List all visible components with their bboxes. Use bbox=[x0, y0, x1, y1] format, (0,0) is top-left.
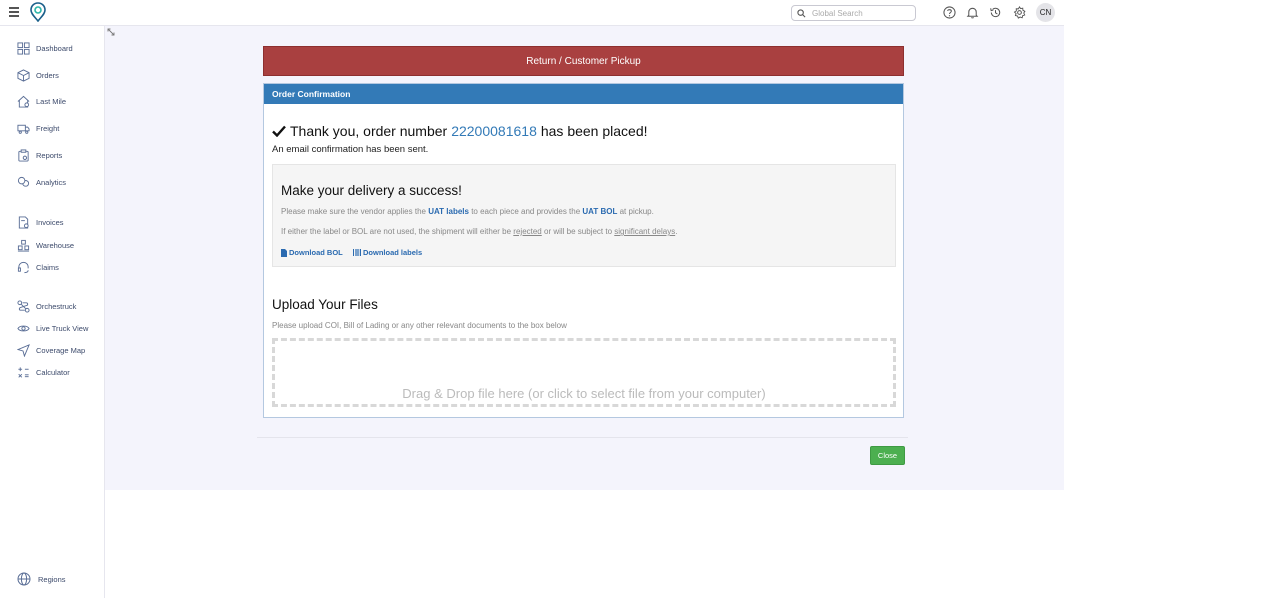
sidebar-item-freight[interactable]: Freight bbox=[17, 120, 59, 136]
sidebar-item-calculator[interactable]: Calculator bbox=[17, 364, 70, 380]
sidebar: Dashboard Orders Last Mile Freight Repor… bbox=[0, 26, 105, 598]
footer-divider bbox=[257, 437, 908, 438]
sidebar-item-dashboard[interactable]: Dashboard bbox=[17, 40, 73, 56]
sidebar-item-claims[interactable]: Claims bbox=[17, 259, 59, 275]
sidebar-item-label: Claims bbox=[36, 262, 59, 272]
bell-icon[interactable] bbox=[966, 6, 979, 19]
download-labels-link[interactable]: Download labels bbox=[353, 248, 422, 257]
file-icon bbox=[281, 248, 287, 257]
search-input[interactable] bbox=[812, 7, 912, 19]
sidebar-item-label: Warehouse bbox=[36, 240, 75, 250]
navigation-icon bbox=[17, 343, 30, 357]
box-icon bbox=[17, 68, 30, 82]
success-title: Make your delivery a success! bbox=[281, 183, 462, 198]
sidebar-item-label: Coverage Map bbox=[36, 345, 86, 355]
route-icon bbox=[17, 299, 30, 313]
sidebar-item-coverage-map[interactable]: Coverage Map bbox=[17, 342, 85, 358]
expand-icon[interactable] bbox=[107, 28, 115, 36]
sidebar-item-label: Analytics bbox=[36, 177, 67, 187]
order-number: 22200081618 bbox=[451, 123, 537, 139]
dropzone-text: Drag & Drop file here (or click to selec… bbox=[402, 386, 766, 401]
help-icon[interactable] bbox=[943, 6, 956, 19]
history-icon[interactable] bbox=[989, 6, 1002, 19]
sidebar-item-regions[interactable]: Regions bbox=[17, 571, 66, 587]
menu-icon[interactable] bbox=[9, 7, 19, 17]
barcode-icon bbox=[353, 249, 361, 256]
sidebar-item-label: Orchestruck bbox=[36, 301, 77, 311]
uat-labels-text: UAT labels bbox=[428, 207, 469, 216]
delays-text: significant delays bbox=[614, 227, 676, 236]
sidebar-item-analytics[interactable]: Analytics bbox=[17, 174, 66, 190]
sidebar-item-label: Calculator bbox=[36, 367, 70, 377]
sidebar-item-label: Reports bbox=[36, 150, 63, 160]
delivery-success-box: Make your delivery a success! Please mak… bbox=[272, 164, 896, 267]
panel-title: Order Confirmation bbox=[272, 89, 351, 99]
analytics-icon bbox=[17, 176, 30, 187]
sidebar-item-warehouse[interactable]: Warehouse bbox=[17, 237, 74, 253]
order-confirmation-panel: Order Confirmation Thank you, order numb… bbox=[263, 83, 904, 418]
download-bol-link[interactable]: Download BOL bbox=[281, 248, 343, 257]
search-icon bbox=[797, 9, 806, 18]
avatar[interactable]: CN bbox=[1036, 3, 1055, 22]
sidebar-item-label: Live Truck View bbox=[36, 323, 89, 333]
gear-icon[interactable] bbox=[1013, 6, 1026, 19]
sidebar-item-label: Last Mile bbox=[36, 96, 67, 106]
email-sent-text: An email confirmation has been sent. bbox=[272, 144, 429, 155]
thanks-suffix: has been placed! bbox=[540, 123, 648, 139]
sidebar-item-reports[interactable]: Reports bbox=[17, 147, 62, 163]
sidebar-item-live-truck-view[interactable]: Live Truck View bbox=[17, 320, 88, 336]
sidebar-item-label: Invoices bbox=[36, 217, 64, 227]
sidebar-item-orchestruck[interactable]: Orchestruck bbox=[17, 298, 76, 314]
sidebar-item-label: Regions bbox=[38, 574, 66, 584]
sidebar-item-label: Dashboard bbox=[36, 43, 73, 53]
rejected-text: rejected bbox=[513, 227, 542, 236]
banner-title: Return / Customer Pickup bbox=[526, 55, 641, 67]
file-dropzone[interactable]: Drag & Drop file here (or click to selec… bbox=[272, 338, 896, 407]
sidebar-item-label: Freight bbox=[36, 123, 60, 133]
house-icon bbox=[17, 95, 30, 108]
calculator-icon bbox=[18, 366, 29, 378]
clipboard-icon bbox=[18, 148, 29, 162]
top-bar: CN bbox=[0, 0, 1064, 26]
upload-title: Upload Your Files bbox=[272, 297, 378, 312]
thanks-prefix: Thank you, order number bbox=[290, 123, 448, 139]
eye-icon bbox=[17, 325, 30, 331]
uat-bol-text: UAT BOL bbox=[582, 207, 618, 216]
invoice-icon bbox=[18, 215, 29, 229]
vendor-instructions: Please make sure the vendor applies the … bbox=[281, 207, 654, 216]
sidebar-item-invoices[interactable]: Invoices bbox=[17, 214, 64, 230]
sidebar-item-last-mile[interactable]: Last Mile bbox=[17, 93, 66, 109]
dashboard-icon bbox=[17, 41, 30, 55]
globe-icon bbox=[17, 572, 31, 586]
panel-header: Order Confirmation bbox=[264, 84, 903, 104]
close-button[interactable]: Close bbox=[870, 446, 905, 465]
thank-you-message: Thank you, order number 22200081618 has … bbox=[272, 123, 648, 139]
upload-description: Please upload COI, Bill of Lading or any… bbox=[272, 321, 567, 330]
warehouse-icon bbox=[17, 239, 30, 252]
headset-icon bbox=[17, 261, 29, 273]
truck-icon bbox=[17, 124, 30, 134]
logo-icon[interactable] bbox=[30, 2, 46, 22]
sidebar-item-orders[interactable]: Orders bbox=[17, 67, 59, 83]
sidebar-item-label: Orders bbox=[36, 70, 59, 80]
global-search[interactable] bbox=[791, 5, 916, 21]
order-type-banner: Return / Customer Pickup bbox=[263, 46, 904, 76]
rejection-warning: If either the label or BOL are not used,… bbox=[281, 227, 678, 236]
checkmark-icon bbox=[272, 125, 286, 137]
main-content: Return / Customer Pickup Order Confirmat… bbox=[105, 26, 1064, 490]
